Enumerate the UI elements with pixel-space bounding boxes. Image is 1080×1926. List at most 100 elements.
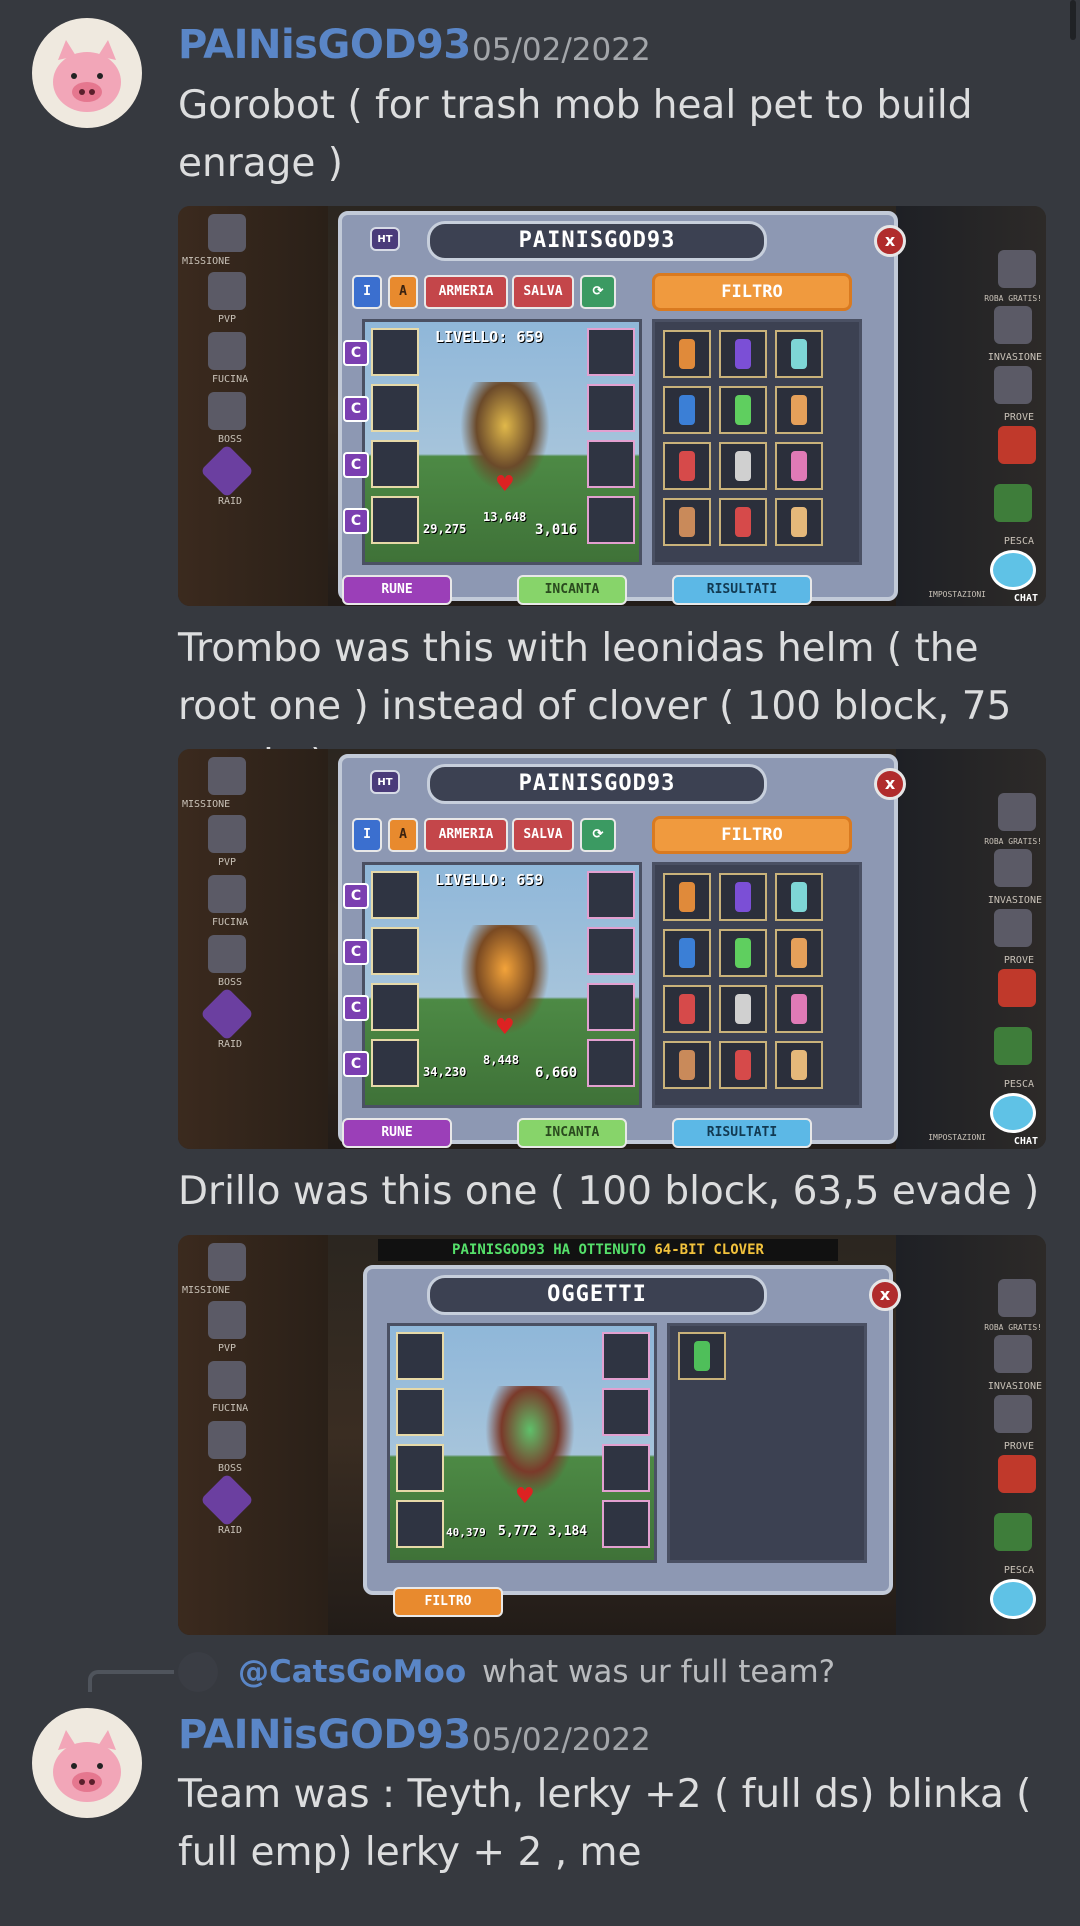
c-badge: C <box>343 1051 369 1077</box>
message-text: Gorobot ( for trash mob heal pet to buil… <box>178 83 973 186</box>
game-left-menu: MISSIONE PVP FUCINA BOSS RAID <box>178 749 328 1149</box>
clapper-icon <box>998 250 1036 288</box>
equip-slot <box>587 871 635 919</box>
equip-slot <box>396 1444 444 1492</box>
inventory-slot <box>719 929 767 977</box>
side-label: PROVE <box>1003 1441 1034 1452</box>
boss-icon <box>208 392 246 430</box>
filter-button: FILTRO <box>393 1587 503 1617</box>
side-label: FUCINA <box>212 1403 249 1414</box>
forge-icon <box>208 332 246 370</box>
health-stat: 5,772 <box>498 1524 538 1539</box>
fishing-icon <box>994 1513 1032 1551</box>
close-icon: x <box>874 225 906 257</box>
inventory-slot <box>719 330 767 378</box>
side-label: FUCINA <box>212 917 249 928</box>
inventory-slot <box>719 442 767 490</box>
hero-preview: LIVELLO: 659 C C C C ♥ 34,230 8,448 6,66… <box>343 862 642 1108</box>
image-attachment-2[interactable]: MISSIONE PVP FUCINA BOSS RAID ROBA GRATI… <box>178 749 1046 1149</box>
heart-icon: ♥ <box>495 1015 515 1040</box>
side-label: ROBA GRATIS! <box>984 294 1042 303</box>
user-avatar[interactable] <box>32 18 142 128</box>
game-right-menu: ROBA GRATIS! INVASIONE PROVE PESCA <box>896 1235 1046 1635</box>
tab-armeria: ARMERIA <box>424 275 508 309</box>
mission-icon <box>208 1243 246 1281</box>
game-right-menu: ROBA GRATIS! INVASIONE PROVE PESCA IMPOS… <box>896 749 1046 1149</box>
equip-slot <box>587 496 635 544</box>
panel-title: OGGETTI <box>427 1275 767 1315</box>
equip-slot <box>371 328 419 376</box>
side-label: RAID <box>218 496 243 507</box>
equip-slot <box>396 1500 444 1548</box>
equip-slot <box>602 1332 650 1380</box>
banner-text: PAINISGOD93 HA OTTENUTO <box>452 1242 646 1258</box>
scrollbar-thumb[interactable] <box>1070 0 1076 40</box>
invasion-icon <box>994 306 1032 344</box>
username[interactable]: PAINisGOD93 <box>178 22 471 68</box>
image-attachment-1[interactable]: MISSIONE PVP FUCINA BOSS RAID ROBA GRATI… <box>178 206 1046 606</box>
close-icon: x <box>869 1279 901 1311</box>
raid-icon <box>200 1473 254 1527</box>
results-button: RISULTATI <box>672 575 812 605</box>
game-right-menu: ROBA GRATIS! INVASIONE PROVE PESCA IMPOS… <box>896 206 1046 606</box>
equip-slot <box>371 384 419 432</box>
side-label: PESCA <box>1003 536 1034 547</box>
trials-icon <box>994 366 1032 404</box>
fishing-icon <box>994 1027 1032 1065</box>
side-label: RAID <box>218 1039 243 1050</box>
equip-slot <box>602 1444 650 1492</box>
inventory-slot <box>663 330 711 378</box>
reply-text[interactable]: what was ur full team? <box>482 1654 835 1690</box>
equip-slot <box>371 496 419 544</box>
side-label: BOSS <box>218 1463 243 1474</box>
inventory-slot <box>775 873 823 921</box>
inventory-slot <box>663 386 711 434</box>
inventory-grid <box>667 1323 867 1563</box>
equip-slot <box>587 1039 635 1087</box>
enchant-button: INCANTA <box>517 1118 627 1148</box>
reply-avatar[interactable] <box>178 1652 218 1692</box>
pvp-icon <box>208 1301 246 1339</box>
mission-icon <box>208 757 246 795</box>
chat-label: CHAT <box>1013 593 1038 604</box>
inventory-slot <box>775 330 823 378</box>
speed-stat: 3,184 <box>548 1524 588 1539</box>
tab-salva: SALVA <box>512 818 574 852</box>
c-badge: C <box>343 995 369 1021</box>
equip-slot <box>371 440 419 488</box>
side-label: RAID <box>218 1525 243 1536</box>
items-panel: OGGETTI x ♥ 40,379 5,772 3,184 <box>363 1265 901 1595</box>
enchant-button: INCANTA <box>517 575 627 605</box>
username[interactable]: PAINisGOD93 <box>178 1712 471 1758</box>
pvp-icon <box>208 815 246 853</box>
chat-icon <box>990 1579 1036 1619</box>
reply-connector <box>88 1670 174 1692</box>
pig-avatar-icon <box>53 1730 121 1802</box>
boss-icon <box>208 935 246 973</box>
speed-stat: 6,660 <box>535 1065 578 1081</box>
tab-i: I <box>352 275 382 309</box>
tab-i: I <box>352 818 382 852</box>
pig-avatar-icon <box>53 40 121 112</box>
inventory-slot <box>663 1041 711 1089</box>
rune-button: RUNE <box>342 575 452 605</box>
attack-stat: 34,230 <box>423 1065 467 1079</box>
c-badge: C <box>343 883 369 909</box>
inventory-grid <box>652 862 862 1108</box>
forge-icon <box>208 1361 246 1399</box>
equip-slot <box>587 384 635 432</box>
inventory-slot <box>663 929 711 977</box>
reply-mention[interactable]: @CatsGoMoo <box>238 1654 466 1690</box>
inventory-slot <box>775 1041 823 1089</box>
ht-badge: HT <box>370 227 400 251</box>
boss-icon <box>208 1421 246 1459</box>
results-button: RISULTATI <box>672 1118 812 1148</box>
filter-button: FILTRO <box>652 816 852 854</box>
c-badge: C <box>343 508 369 534</box>
image-attachment-3[interactable]: MISSIONE PVP FUCINA BOSS RAID ROBA GRATI… <box>178 1235 1046 1635</box>
inventory-slot <box>719 985 767 1033</box>
equip-slot <box>371 871 419 919</box>
hero-sprite <box>485 1386 575 1496</box>
close-icon: x <box>874 768 906 800</box>
user-avatar[interactable] <box>32 1708 142 1818</box>
